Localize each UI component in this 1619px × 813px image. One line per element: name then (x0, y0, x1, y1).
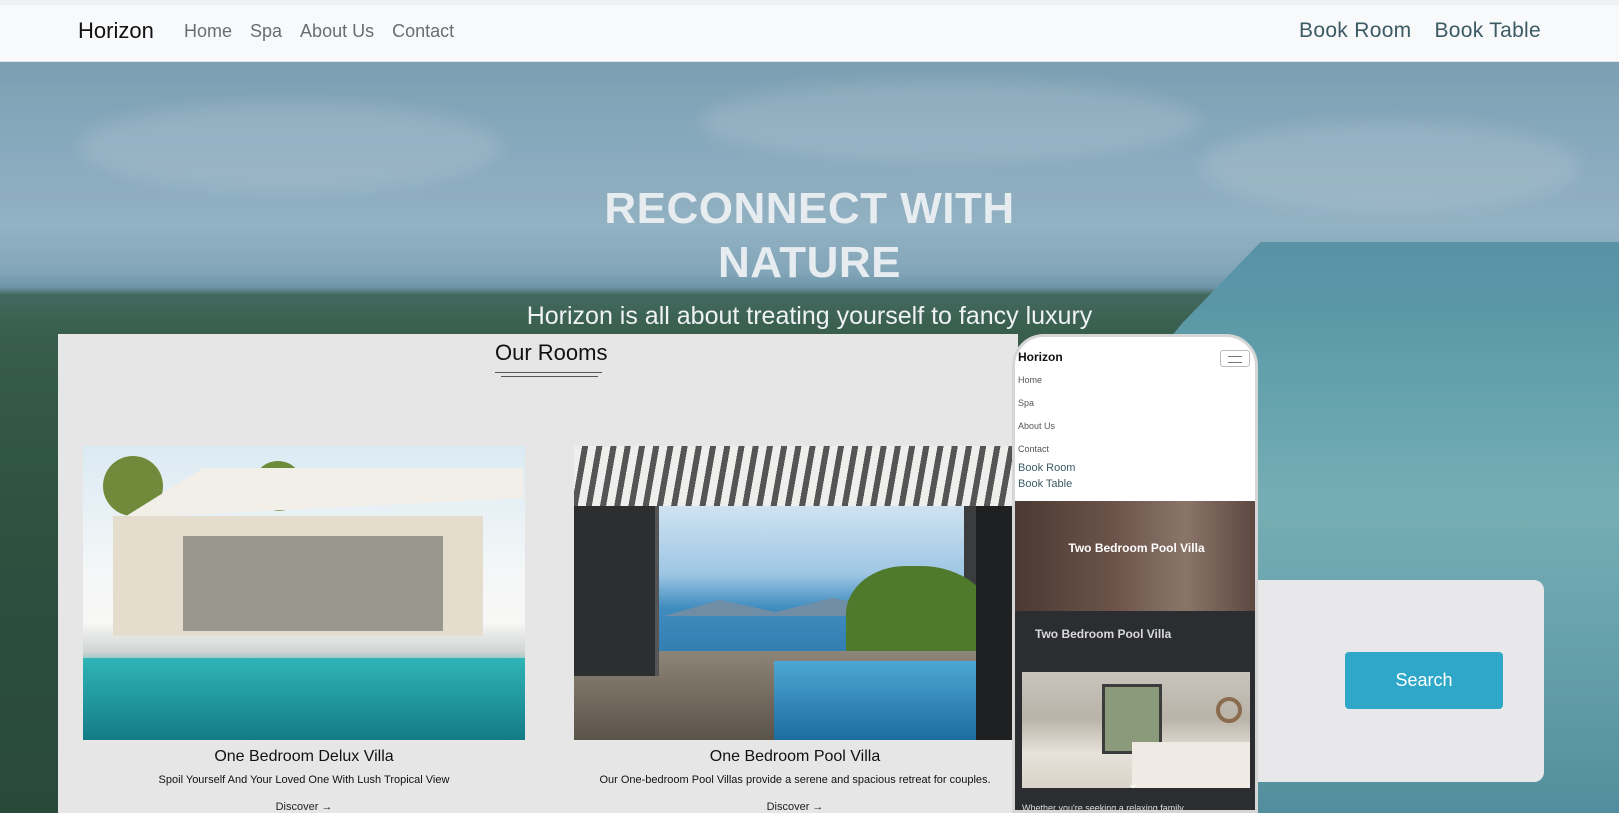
heading-divider (501, 376, 598, 377)
bed (1132, 742, 1250, 788)
mobile-booking-links: Book Room Book Table (1018, 462, 1075, 494)
mobile-hero-image: Two Bedroom Pool Villa (1015, 501, 1255, 611)
mobile-preview: Horizon Home Spa About Us Contact Book R… (1012, 334, 1258, 813)
mobile-hero-title: Two Bedroom Pool Villa (1068, 541, 1205, 555)
discover-link[interactable]: Discover → (574, 801, 1016, 813)
room-description: Spoil Yourself And Your Loved One With L… (158, 774, 450, 786)
nav-link-home[interactable]: Home (184, 21, 232, 42)
chevron-down-icon[interactable]: ⌄ (1127, 775, 1139, 792)
house-roof (123, 468, 523, 518)
mobile-book-table-link[interactable]: Book Table (1018, 478, 1075, 494)
search-button[interactable]: Search (1345, 652, 1503, 709)
room-card: One Bedroom Delux Villa Spoil Yourself A… (83, 446, 525, 813)
hero-title-line-2: NATURE (717, 238, 902, 287)
house-glass (183, 536, 443, 631)
room-name: One Bedroom Pool Villa (709, 748, 881, 765)
mobile-book-room-link[interactable]: Book Room (1018, 462, 1075, 478)
pergola-slats (574, 446, 1016, 506)
hamburger-menu-icon[interactable] (1220, 350, 1250, 367)
hero-title: RECONNECT WITH NATURE (0, 182, 1619, 290)
room-image-delux-villa[interactable] (83, 446, 525, 740)
nav-actions: Book Room Book Table (1299, 19, 1541, 43)
discover-link[interactable]: Discover → (83, 801, 525, 813)
book-table-link[interactable]: Book Table (1434, 19, 1541, 43)
mobile-nav-about-us[interactable]: About Us (1018, 421, 1055, 444)
top-navbar: Horizon Home Spa About Us Contact Book R… (0, 0, 1619, 62)
book-room-link[interactable]: Book Room (1299, 19, 1411, 43)
nav-links: Home Spa About Us Contact (184, 21, 472, 42)
hero-title-line-1: RECONNECT WITH (604, 184, 1015, 233)
mobile-nav-home[interactable]: Home (1018, 375, 1055, 398)
nav-link-about-us[interactable]: About Us (300, 21, 374, 42)
wall-frame (976, 486, 1016, 740)
mobile-nav-links: Home Spa About Us Contact (1018, 375, 1055, 467)
our-rooms-section: Our Rooms One Bedroom Delux Villa Spoil … (58, 334, 1018, 813)
pool (774, 661, 1004, 740)
booking-search-card: Search (1219, 580, 1544, 782)
nav-link-contact[interactable]: Contact (392, 21, 454, 42)
mobile-room-image[interactable] (1022, 672, 1250, 788)
brand-logo[interactable]: Horizon (78, 18, 154, 44)
room-description: Our One-bedroom Pool Villas provide a se… (599, 774, 991, 786)
room-card: One Bedroom Pool Villa Our One-bedroom P… (574, 446, 1016, 813)
room-image-pool-villa[interactable] (574, 446, 1016, 740)
room-name: One Bedroom Delux Villa (214, 748, 394, 765)
heading-divider (495, 372, 602, 373)
mobile-brand[interactable]: Horizon (1018, 350, 1063, 364)
round-mirror (1216, 697, 1242, 723)
mobile-card-title: Two Bedroom Pool Villa (1035, 627, 1172, 641)
rooms-heading: Our Rooms (495, 340, 608, 365)
mobile-body-text: Whether you're seeking a relaxing family (1022, 803, 1184, 813)
mobile-nav-spa[interactable]: Spa (1018, 398, 1055, 421)
glass-door (574, 486, 659, 676)
pool (83, 658, 525, 740)
hero-subtitle: Horizon is all about treating yourself t… (526, 302, 1093, 330)
nav-link-spa[interactable]: Spa (250, 21, 282, 42)
